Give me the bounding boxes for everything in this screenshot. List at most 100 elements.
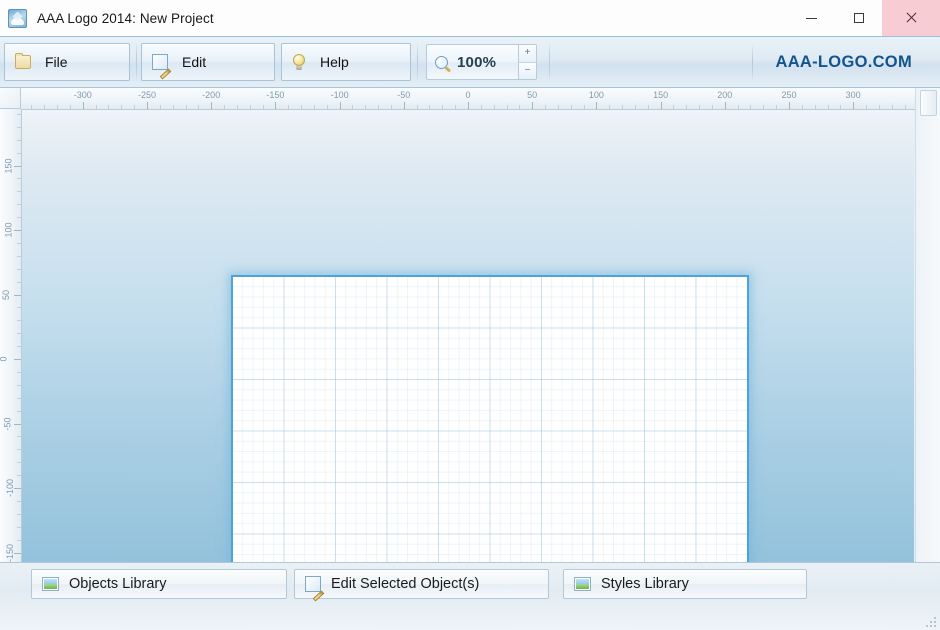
brand-link[interactable]: AAA-LOGO.COM (775, 53, 912, 72)
ruler-h-minor-tick (416, 105, 418, 109)
ruler-v-minor-tick (17, 178, 21, 180)
maximize-button[interactable] (835, 0, 882, 36)
aaa-logo-app-icon (8, 8, 27, 28)
toolbar-separator-2 (417, 42, 418, 82)
ruler-h-minor-tick (224, 105, 226, 109)
toolbar-separator-3 (549, 42, 550, 82)
ruler-h-label: 200 (717, 90, 733, 100)
canvas-background[interactable] (22, 110, 914, 562)
ruler-h-minor-tick (506, 105, 508, 109)
edit-selected-object-button[interactable]: Edit Selected Object(s) (294, 569, 549, 599)
ruler-h-minor-tick (750, 105, 752, 109)
ruler-h-minor-tick (814, 105, 816, 109)
ruler-h-minor-tick (647, 105, 649, 109)
vertical-ruler[interactable]: 150100500-50-100-150 (0, 109, 22, 562)
resize-grip-icon[interactable] (924, 615, 938, 629)
ruler-h-minor-tick (108, 105, 110, 109)
close-button[interactable] (882, 0, 940, 36)
ruler-h-minor-tick (557, 105, 559, 109)
ruler-h-label: -200 (202, 90, 221, 100)
ruler-v-tick (14, 294, 21, 296)
ruler-h-minor-tick (686, 105, 688, 109)
ruler-h-minor-tick (365, 105, 367, 109)
design-canvas[interactable] (231, 275, 749, 562)
ruler-h-minor-tick (776, 105, 778, 109)
ruler-h-tick (82, 102, 84, 109)
scrollbar-thumb[interactable] (920, 90, 937, 116)
zoom-control: 100% + − (426, 42, 537, 82)
ruler-h-minor-tick (711, 105, 713, 109)
ruler-h-label: 0 (465, 90, 471, 100)
zoom-value: 100% (457, 53, 497, 71)
zoom-display[interactable]: 100% (426, 44, 518, 80)
ruler-v-minor-tick (17, 384, 21, 386)
ruler-h-tick (660, 102, 662, 109)
ruler-v-minor-tick (17, 113, 21, 115)
help-button-label: Help (320, 54, 349, 70)
ruler-v-label: 0 (0, 356, 9, 361)
window-controls (788, 0, 940, 36)
ruler-h-label: -100 (330, 90, 349, 100)
ruler-h-tick (853, 102, 855, 109)
ruler-h-minor-tick (185, 105, 187, 109)
ruler-h-minor-tick (827, 105, 829, 109)
ruler-h-tick (789, 102, 790, 109)
ruler-h-minor-tick (301, 105, 303, 109)
edit-document-icon (305, 576, 321, 592)
ruler-h-label: 300 (845, 90, 861, 100)
ruler-h-minor-tick (878, 105, 880, 109)
toolbar-separator (136, 42, 137, 82)
styles-library-button[interactable]: Styles Library (563, 569, 807, 599)
ruler-h-label: 50 (527, 90, 538, 100)
horizontal-ruler[interactable]: -300 -250 -200 -150 -100 -50 0 50 100 150 200 250 30… (21, 88, 915, 110)
ruler-h-tick (275, 102, 277, 109)
minimize-button[interactable] (788, 0, 835, 36)
picture-icon (574, 577, 591, 591)
ruler-h-minor-tick (583, 105, 585, 109)
edit-button[interactable]: Edit (141, 43, 275, 81)
vertical-scrollbar[interactable] (915, 88, 940, 562)
ruler-h-minor-tick (159, 105, 161, 109)
ruler-v-minor-tick (17, 371, 21, 373)
objects-library-button[interactable]: Objects Library (31, 569, 287, 599)
ruler-h-minor-tick (262, 105, 264, 109)
zoom-out-button[interactable]: − (519, 62, 536, 79)
edit-button-label: Edit (182, 54, 207, 70)
ruler-h-tick (596, 102, 598, 109)
ruler-h-minor-tick (442, 105, 444, 109)
edit-selected-object-label: Edit Selected Object(s) (331, 576, 480, 592)
ruler-v-minor-tick (17, 513, 21, 515)
ruler-h-minor-tick (95, 105, 97, 109)
ruler-v-minor-tick (17, 255, 21, 257)
ruler-h-tick (532, 102, 534, 109)
magnifier-icon (435, 55, 448, 69)
ruler-h-minor-tick (378, 105, 380, 109)
ruler-h-minor-tick (288, 105, 290, 109)
help-button[interactable]: Help (281, 43, 411, 81)
ruler-v-minor-tick (17, 410, 21, 412)
ruler-h-minor-tick (891, 105, 893, 109)
ruler-h-minor-tick (480, 105, 482, 109)
folder-icon (15, 53, 31, 69)
file-button[interactable]: File (4, 43, 130, 81)
ruler-h-minor-tick (801, 105, 803, 109)
ruler-v-label: -50 (2, 416, 13, 431)
ruler-h-minor-tick (69, 105, 71, 109)
ruler-h-label: -250 (137, 90, 157, 100)
ruler-v-tick (14, 165, 21, 167)
ruler-h-tick (211, 102, 213, 109)
ruler-h-minor-tick (545, 105, 547, 109)
ruler-h-minor-tick (313, 105, 315, 109)
ruler-h-minor-tick (121, 105, 123, 109)
ruler-v-minor-tick (17, 139, 21, 141)
ruler-h-label: 150 (653, 90, 669, 100)
ruler-v-label: 50 (1, 289, 12, 300)
ruler-h-label: -50 (397, 90, 411, 100)
ruler-h-minor-tick (44, 105, 46, 109)
ruler-v-minor-tick (17, 333, 21, 335)
ruler-h-minor-tick (634, 105, 636, 109)
ruler-h-minor-tick (519, 105, 521, 109)
ruler-h-minor-tick (249, 105, 251, 109)
file-button-label: File (45, 54, 68, 70)
zoom-in-button[interactable]: + (519, 45, 536, 63)
